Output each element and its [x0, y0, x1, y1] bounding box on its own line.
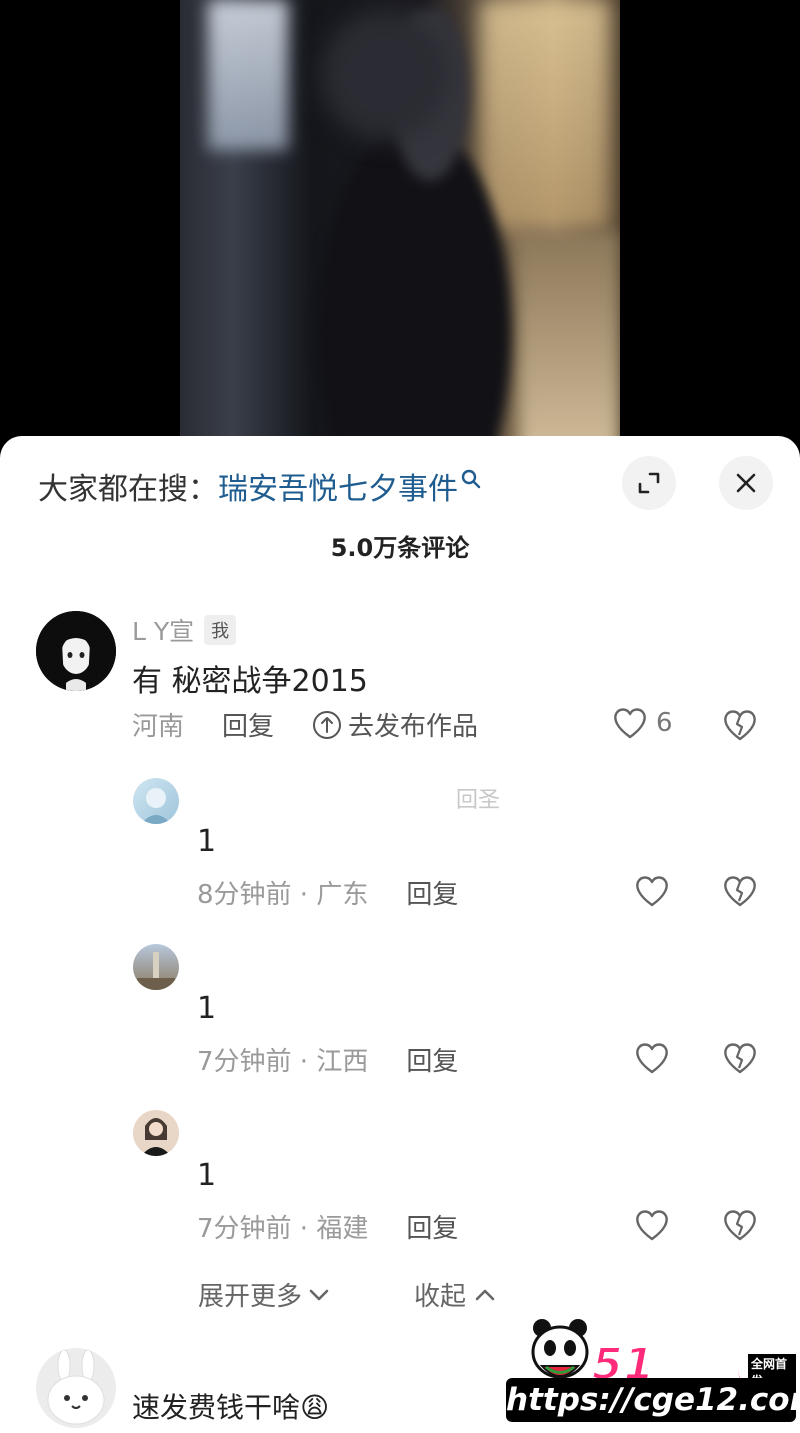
reply-text: 1 [197, 991, 217, 1026]
comment-meta: 河南 回复 去发布作品 [132, 706, 478, 743]
video-frame [180, 0, 620, 460]
heart-icon [636, 1210, 668, 1241]
upload-arrow-icon [313, 710, 342, 739]
heart-icon [636, 1043, 668, 1074]
trending-search-term[interactable]: 瑞安吾悦七夕事件 [218, 464, 458, 508]
avatar[interactable] [133, 778, 179, 824]
expand-more-label: 展开更多 [198, 1282, 303, 1312]
watermark: 51吃瓜 全网首发 https://cge12.com [506, 1316, 800, 1428]
like-button[interactable] [634, 1041, 670, 1079]
comment-count: 5.0万条评论 [330, 534, 470, 562]
search-icon [461, 469, 481, 489]
reply-time-location: 7分钟前 · 江西 [197, 1047, 369, 1077]
avatar[interactable] [36, 611, 116, 691]
chevron-up-icon [475, 1289, 495, 1300]
heart-icon [636, 876, 668, 907]
trending-search-label: 大家都在搜： [38, 472, 218, 507]
like-button[interactable]: 6 [612, 706, 673, 740]
avatar[interactable] [36, 1348, 116, 1428]
close-icon [736, 473, 756, 493]
me-badge: 我 [204, 615, 237, 645]
publish-work-button[interactable]: 去发布作品 [312, 706, 478, 743]
reply-button[interactable]: 回复 [222, 706, 274, 743]
reply-meta: 8分钟前 · 广东 回复 [197, 874, 458, 911]
reply-button[interactable]: 回复 [406, 1208, 458, 1245]
comment-text: 速发费钱干啥😩 [132, 1391, 330, 1424]
comment-location: 河南 [132, 712, 185, 742]
reply-button[interactable]: 回复 [406, 1041, 458, 1078]
broken-heart-icon [724, 1210, 756, 1241]
video-player[interactable] [0, 0, 800, 460]
dislike-button[interactable] [722, 1041, 758, 1079]
dislike-button[interactable] [722, 1208, 758, 1246]
comment-author-line: L Y宣 我 [132, 612, 237, 648]
watermark-url: https://cge12.com [506, 1378, 800, 1422]
collapse-label: 收起 [414, 1282, 467, 1312]
reply-meta: 7分钟前 · 福建 回复 [197, 1208, 458, 1245]
reply-text: 1 [197, 824, 217, 859]
broken-heart-icon [724, 710, 756, 741]
heart-icon [614, 708, 646, 739]
broken-heart-icon [724, 876, 756, 907]
reply-author[interactable]: 回圣 [456, 782, 500, 814]
close-button[interactable] [719, 456, 773, 510]
reply-meta: 7分钟前 · 江西 回复 [197, 1041, 458, 1078]
avatar[interactable] [133, 1110, 179, 1156]
expand-more-button[interactable]: 展开更多 [198, 1276, 332, 1313]
dislike-button[interactable] [722, 708, 758, 746]
comment-author[interactable]: L Y宣 [132, 612, 194, 648]
collapse-button[interactable]: 收起 [414, 1276, 498, 1313]
reply-text: 1 [197, 1158, 217, 1193]
broken-heart-icon [724, 1043, 756, 1074]
avatar[interactable] [133, 944, 179, 990]
like-button[interactable] [634, 874, 670, 912]
reply-button[interactable]: 回复 [406, 874, 458, 911]
expand-icon [638, 472, 660, 494]
reply-time-location: 8分钟前 · 广东 [197, 880, 369, 910]
comment-sheet: 大家都在搜： 瑞安吾悦七夕事件 5.0万条评论 L Y宣 我 有 秘密战争201… [0, 436, 800, 1433]
reply-time-location: 7分钟前 · 福建 [197, 1214, 369, 1244]
like-count: 6 [656, 708, 673, 738]
chevron-down-icon [309, 1289, 329, 1300]
expand-button[interactable] [622, 456, 676, 510]
like-button[interactable] [634, 1208, 670, 1246]
comment-text: 有 秘密战争2015 [132, 664, 368, 699]
publish-work-label: 去发布作品 [348, 712, 479, 742]
trending-search[interactable]: 大家都在搜： 瑞安吾悦七夕事件 [38, 464, 482, 508]
dislike-button[interactable] [722, 874, 758, 912]
